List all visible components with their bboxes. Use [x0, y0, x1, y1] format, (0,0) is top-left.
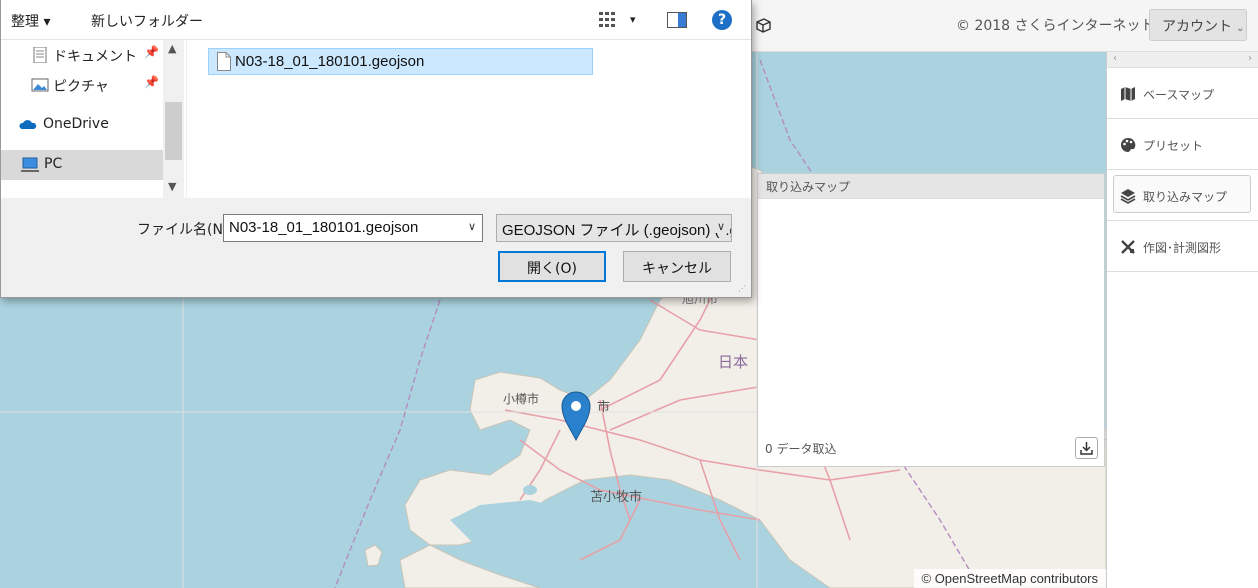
file-icon	[217, 52, 231, 71]
pin-icon[interactable]: 📌	[144, 75, 159, 89]
scroll-thumb[interactable]	[165, 102, 182, 160]
chevron-left-icon[interactable]: ‹	[1113, 53, 1117, 64]
download-icon	[1080, 442, 1093, 455]
file-name: N03-18_01_180101.geojson	[235, 53, 425, 70]
account-button[interactable]: アカウント ⌄	[1149, 9, 1247, 41]
scroll-up-icon[interactable]: ▲	[168, 42, 176, 55]
chevron-down-icon: ⌄	[1236, 23, 1245, 34]
map-label-sapporo: 市	[597, 400, 611, 415]
draw-tools-icon	[1121, 240, 1135, 254]
scroll-down-icon[interactable]: ▼	[168, 180, 176, 193]
dialog-toolbar: 整理 ▾ 新しいフォルダー ▾ ?	[1, 0, 751, 40]
cube-icon[interactable]	[754, 16, 772, 34]
view-icon[interactable]	[599, 12, 617, 28]
cancel-button[interactable]: キャンセル	[623, 251, 731, 282]
preview-pane-icon[interactable]	[667, 12, 687, 28]
sidebar-item-label: ベースマップ	[1143, 88, 1215, 102]
map-label-tomakomai: 苫小牧市	[590, 490, 643, 505]
import-count: 0 データ取込	[765, 442, 837, 456]
sidebar-item-import-map[interactable]: 取り込みマップ	[1107, 170, 1258, 221]
nav-item-label: ドキュメント	[53, 49, 137, 65]
sidebar-item-label: 取り込みマップ	[1143, 190, 1228, 204]
map-label-otaru: 小樽市	[503, 392, 540, 406]
filename-value: N03-18_01_180101.geojson	[229, 219, 419, 236]
open-button[interactable]: 開く(O)	[498, 251, 606, 282]
layers-icon	[1120, 189, 1136, 204]
nav-item-documents[interactable]: ドキュメント 📌	[1, 40, 163, 70]
nav-item-onedrive[interactable]: OneDrive	[1, 110, 163, 140]
map-attribution[interactable]: © OpenStreetMap contributors	[913, 569, 1106, 588]
nav-item-pc[interactable]: PC	[1, 150, 163, 180]
sidebar-item-label: 作図･計測図形	[1143, 241, 1222, 255]
nav-item-pictures[interactable]: ピクチャ 📌	[1, 70, 163, 100]
filename-label: ファイル名(N):	[137, 222, 234, 238]
copyright-text: © 2018 さくらインターネット	[956, 18, 1155, 34]
nav-scrollbar[interactable]: ▲ ▼	[163, 40, 184, 198]
sidebar-collapse-bar[interactable]: ‹ ›	[1107, 52, 1258, 68]
file-item[interactable]: N03-18_01_180101.geojson	[208, 48, 593, 75]
sidebar-item-draw[interactable]: 作図･計測図形	[1107, 221, 1258, 272]
onedrive-icon	[19, 120, 37, 129]
sidebar-item-basemap[interactable]: ベースマップ	[1107, 68, 1258, 119]
sidebar-item-preset[interactable]: プリセット	[1107, 119, 1258, 170]
pc-icon	[21, 157, 39, 172]
app-header: © 2018 さくらインターネット アカウント ⌄	[750, 0, 1258, 52]
palette-icon	[1121, 137, 1136, 152]
nav-item-label: OneDrive	[43, 116, 109, 132]
chevron-down-icon[interactable]: ∨	[468, 220, 476, 233]
filetype-value: GEOJSON ファイル (.geojson) (*.g	[502, 222, 732, 239]
documents-icon	[33, 47, 47, 63]
nav-item-label: ピクチャ	[53, 79, 109, 95]
help-icon[interactable]: ?	[712, 10, 732, 30]
resize-grip-icon[interactable]: ⋰	[738, 284, 748, 294]
import-map-panel: 取り込みマップ 0 データ取込	[757, 173, 1105, 467]
map-label-japan: 日本	[718, 353, 749, 371]
chevron-down-icon[interactable]: ∨	[713, 220, 725, 233]
import-button[interactable]	[1075, 437, 1098, 459]
panel-header: 取り込みマップ	[758, 174, 1104, 199]
nav-item-label: PC	[44, 156, 63, 172]
new-folder-button[interactable]: 新しいフォルダー	[91, 11, 203, 31]
pin-icon[interactable]: 📌	[144, 45, 159, 59]
view-dropdown-icon[interactable]: ▾	[630, 13, 636, 26]
account-label: アカウント	[1162, 19, 1232, 35]
filetype-select[interactable]: GEOJSON ファイル (.geojson) (*.g ∨	[496, 214, 732, 242]
navigation-pane: ドキュメント 📌 ピクチャ 📌 OneDrive PC	[1, 40, 186, 198]
filename-input[interactable]: N03-18_01_180101.geojson ∨	[223, 214, 483, 242]
right-sidebar: ‹ › ベースマップ プリセット 取り込みマップ 作図･計測図形	[1106, 52, 1258, 588]
pictures-icon	[31, 78, 49, 92]
sidebar-item-label: プリセット	[1143, 139, 1204, 153]
file-list-pane: N03-18_01_180101.geojson	[186, 40, 751, 198]
chevron-right-icon[interactable]: ›	[1248, 53, 1252, 64]
organize-button[interactable]: 整理 ▾	[11, 11, 50, 31]
file-open-dialog: 整理 ▾ 新しいフォルダー ▾ ? ドキュメント 📌 ピクチャ 📌 OneDri…	[0, 0, 752, 298]
map-icon	[1121, 87, 1135, 101]
